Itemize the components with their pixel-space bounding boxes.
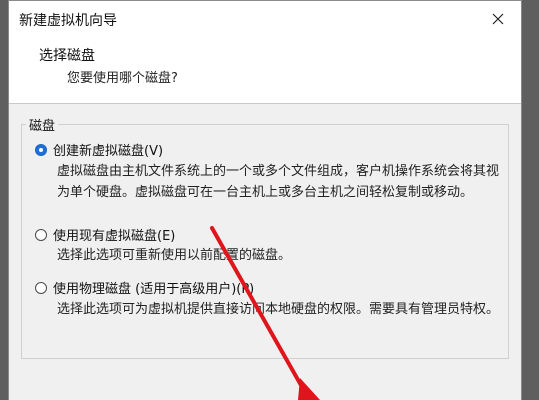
radio-create-new-disk[interactable]: 创建新虚拟磁盘(V) [35, 140, 163, 159]
wizard-header: 选择磁盘 您要使用哪个磁盘? [9, 37, 521, 104]
page-title: 选择磁盘 [39, 48, 95, 64]
new-vm-wizard-dialog: 新建虚拟机向导 选择磁盘 您要使用哪个磁盘? 磁盘 创建新虚拟磁盘(V) 虚拟磁… [8, 0, 522, 400]
option-label-create-new: 创建新虚拟磁盘(V) [53, 144, 164, 159]
close-button[interactable] [475, 1, 521, 37]
option-label-use-existing: 使用现有虚拟磁盘(E) [53, 229, 176, 244]
option-desc-create-new: 虚拟磁盘由主机文件系统上的一个或多个文件组成，客户机操作系统会将其视为单个硬盘。… [57, 164, 500, 200]
radio-unchecked-icon [35, 281, 47, 294]
option-desc-use-existing: 选择此选项可重新使用以前配置的磁盘。 [57, 248, 292, 263]
close-icon [492, 13, 504, 25]
option-label-use-physical: 使用物理磁盘 (适用于高级用户)(P) [53, 282, 255, 297]
title-bar: 新建虚拟机向导 [9, 1, 521, 37]
option-desc-use-physical: 选择此选项可为虚拟机提供直接访问本地硬盘的权限。需要具有管理员特权。 [57, 302, 500, 317]
radio-checked-icon [35, 143, 47, 156]
page-subtitle: 您要使用哪个磁盘? [67, 71, 178, 86]
radio-use-physical-disk[interactable]: 使用物理磁盘 (适用于高级用户)(P) [35, 278, 254, 297]
radio-use-existing-disk[interactable]: 使用现有虚拟磁盘(E) [35, 225, 175, 244]
window-title: 新建虚拟机向导 [19, 13, 117, 29]
disk-groupbox-legend: 磁盘 [26, 115, 59, 134]
radio-unchecked-icon [35, 228, 47, 241]
